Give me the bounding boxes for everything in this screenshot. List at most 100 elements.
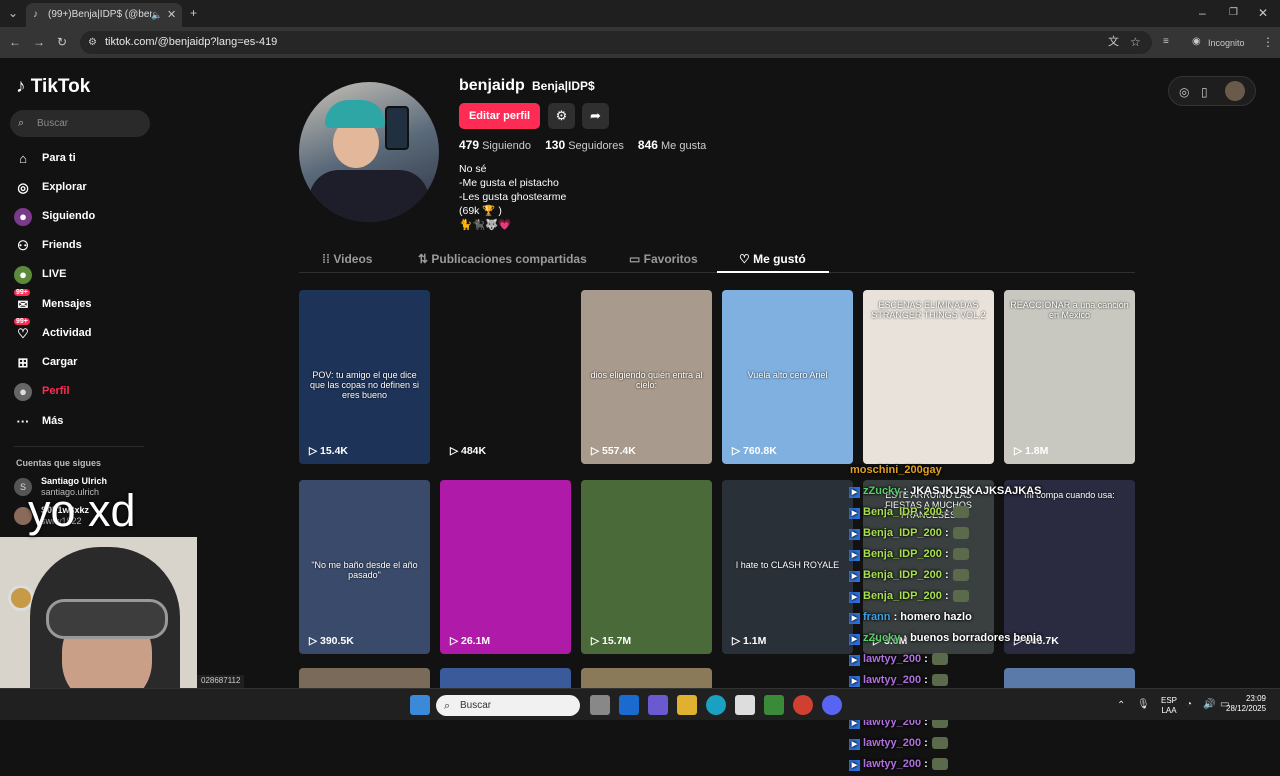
chat-username: zZucky (863, 485, 901, 497)
activity-icon: ♡ (17, 326, 29, 341)
tab-list-icon[interactable]: ⌄ (8, 6, 18, 20)
chat-username: Benja_IDP_200 (863, 548, 942, 560)
profile-stats: 479 Siguiendo 130 Seguidores 846 Me gust… (459, 138, 717, 152)
volume-icon[interactable]: 🔊 (1203, 698, 1215, 712)
followers-label[interactable]: Seguidores (568, 140, 624, 152)
view-count-text: 484K (461, 445, 487, 457)
messages-icon: ✉ (17, 297, 29, 312)
video-tile[interactable]: mi compa cuando usa: ▷ 646.7K (1004, 480, 1135, 654)
profile-nickname: Benja|IDP$ (532, 79, 595, 93)
chat-text: : (924, 674, 928, 686)
account-avatar[interactable] (1225, 81, 1245, 101)
chat-line: Benja_IDP_200 : (863, 590, 969, 603)
tab-search-icon[interactable]: ≡ (1163, 35, 1169, 49)
sidebar-search-input[interactable]: ⌕ Buscar (10, 110, 150, 137)
outlook-icon[interactable] (619, 695, 639, 715)
settings-button[interactable]: ⚙ (548, 103, 575, 129)
edge-icon[interactable] (706, 695, 726, 715)
view-count-text: 390.5K (320, 635, 354, 647)
tab-favorites[interactable]: ▭ Favoritos (629, 252, 698, 266)
video-caption: "No me baño desde el año pasado" (311, 560, 418, 580)
video-tile[interactable]: ▷ 26.1M (440, 480, 571, 654)
translate-icon[interactable]: 文 (1108, 35, 1119, 49)
audio-icon[interactable]: 🔈 (151, 8, 162, 22)
video-tile[interactable]: REACCIONAR a una canción en México ▷ 1.8M (1004, 290, 1135, 464)
reload-icon[interactable]: ↻ (57, 35, 67, 49)
language-indicator[interactable]: ESP LAA (1158, 696, 1180, 716)
video-tile[interactable]: ▷ 484K (440, 290, 571, 464)
profile-avatar[interactable] (299, 82, 439, 222)
chat-badge-icon: ▶ (849, 634, 860, 645)
chat-line: Benja_IDP_200 : (863, 548, 969, 561)
play-icon: ▷ (1014, 445, 1025, 457)
taskbar-search[interactable]: ⌕ Buscar (436, 695, 580, 716)
share-button[interactable]: ➦ (582, 103, 609, 129)
video-tile[interactable]: I hate to CLASH ROYALE ▷ 1.1M (722, 480, 853, 654)
play-icon: ▷ (732, 635, 743, 647)
video-caption: dios eligiendo quién entra al cielo: (590, 370, 703, 390)
chat-username: zZucky (863, 632, 901, 644)
following-label[interactable]: Siguiendo (482, 140, 531, 152)
tab-reposts[interactable]: ⇅ Publicaciones compartidas (418, 252, 587, 266)
close-window-icon[interactable]: ✕ (1258, 6, 1268, 20)
microphone-icon[interactable]: 🎙 (1137, 698, 1150, 712)
wifi-icon[interactable]: ◔ (1186, 698, 1192, 712)
site-info-icon[interactable]: ⚙ (88, 36, 97, 50)
chat-badge-icon: ▶ (849, 613, 860, 624)
video-tile[interactable]: POV: tu amigo el que dice que las copas … (299, 290, 430, 464)
chat-username: lawtyy_200 (863, 653, 922, 665)
video-view-count: ▷ 1.8M (1014, 445, 1048, 457)
video-tile[interactable]: ESCENAS ELIMINADAS STRANGER THINGS VOL.2 (863, 290, 994, 464)
browser-tab[interactable]: ♪ (99+)Benja|IDP$ (@benjaidp 🔈 ✕ (26, 3, 182, 27)
tab-liked[interactable]: ♡ Me gustó (739, 252, 806, 266)
view-count-text: 760.8K (743, 445, 777, 457)
minecraft-icon[interactable] (764, 695, 784, 715)
chat-badge-icon: ▶ (849, 676, 860, 687)
back-icon[interactable]: ← (9, 35, 21, 49)
store-icon[interactable] (735, 695, 755, 715)
close-tab-icon[interactable]: ✕ (167, 8, 176, 22)
maximize-icon[interactable]: ❐ (1229, 6, 1238, 20)
chat-line: frann : homero hazlo (863, 611, 972, 623)
chat-line: zZucky : buenos borradores benja (863, 632, 1042, 644)
new-tab-icon[interactable]: + (190, 6, 197, 20)
task-view-icon[interactable] (590, 695, 610, 715)
chat-line: lawtyy_200 : (863, 758, 948, 771)
tiktok-logo-icon: ♪ (16, 76, 26, 97)
taskbar-search-placeholder: Buscar (460, 700, 492, 711)
chat-emote-icon (952, 590, 969, 603)
video-caption: POV: tu amigo el que dice que las copas … (309, 370, 420, 400)
forward-icon[interactable]: → (33, 35, 45, 49)
edit-profile-button[interactable]: Editar perfil (459, 103, 540, 129)
url-field[interactable]: ⚙ tiktok.com/@benjaidp?lang=es-419 文 ☆ (80, 31, 1152, 54)
logo-text: TikTok (30, 76, 91, 97)
video-tile[interactable]: dios eligiendo quién entra al cielo: ▷ 55… (581, 290, 712, 464)
sidebar-item-label: Perfil (42, 385, 70, 397)
play-icon: ▷ (309, 635, 320, 647)
video-tile[interactable]: "No me baño desde el año pasado" ▷ 390.5K (299, 480, 430, 654)
video-tile[interactable]: Vuela alto cero Ariel ▷ 760.8K (722, 290, 853, 464)
menu-icon[interactable]: ⋮ (1262, 35, 1274, 49)
tab-videos[interactable]: ⁞⁞ Videos (322, 252, 372, 266)
teams-icon[interactable] (648, 695, 668, 715)
tray-chevron-icon[interactable]: ⌃ (1117, 699, 1125, 713)
file-explorer-icon[interactable] (677, 695, 697, 715)
device-icon[interactable]: ▯ (1201, 85, 1208, 99)
video-tile[interactable]: ▷ 15.7M (581, 480, 712, 654)
bookmark-star-icon[interactable]: ☆ (1130, 35, 1141, 49)
coins-icon[interactable]: ◎ (1179, 85, 1189, 99)
chat-emote-icon (931, 737, 948, 750)
chat-line: Benja_IDP_200 : (863, 506, 969, 519)
sidebar-item-label: Explorar (42, 181, 87, 193)
live-icon: ● (14, 266, 32, 284)
heart-icon: ♡ (739, 252, 754, 266)
clock[interactable]: 23:09 28/12/2025 (1226, 694, 1266, 714)
chat-username: lawtyy_200 (863, 737, 922, 749)
tiktok-logo[interactable]: ♪ TikTok (16, 76, 90, 98)
minimize-icon[interactable]: – (1199, 6, 1206, 20)
lang-code: ESP (1160, 696, 1177, 705)
chrome-icon[interactable] (793, 695, 813, 715)
incognito-label[interactable]: Incognito (1208, 36, 1245, 50)
discord-icon[interactable] (822, 695, 842, 715)
windows-start-icon[interactable] (410, 695, 430, 715)
